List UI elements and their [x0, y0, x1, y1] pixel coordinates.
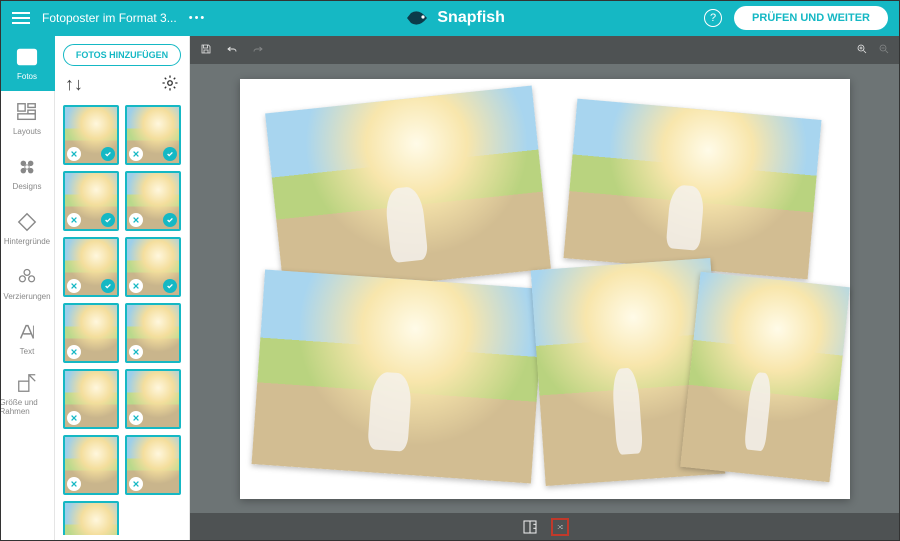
remove-icon[interactable]	[129, 279, 143, 293]
rail-label: Größe und Rahmen	[0, 398, 55, 416]
save-icon[interactable]	[200, 43, 212, 58]
rail-label: Fotos	[17, 72, 37, 81]
poster-page[interactable]	[240, 79, 850, 499]
thumbnail-grid	[63, 105, 181, 535]
bottom-toolbar	[190, 513, 900, 541]
remove-icon[interactable]	[67, 213, 81, 227]
photo-thumbnail[interactable]	[125, 171, 181, 231]
photo-thumbnail[interactable]	[63, 105, 119, 165]
photo-thumbnail[interactable]	[125, 435, 181, 495]
page-layout-icon[interactable]	[521, 518, 539, 536]
resize-icon	[16, 372, 38, 394]
menu-icon[interactable]	[12, 12, 30, 24]
collage-photo[interactable]	[680, 271, 850, 482]
remove-icon[interactable]	[67, 147, 81, 161]
sidebar-item-groesse[interactable]: Größe und Rahmen	[0, 366, 55, 421]
review-and-continue-button[interactable]: PRÜFEN UND WEITER	[734, 6, 888, 30]
zoom-in-icon[interactable]	[856, 43, 868, 58]
remove-icon[interactable]	[67, 477, 81, 491]
brand: Snapfish	[218, 9, 692, 27]
brand-label: Snapfish	[437, 9, 505, 27]
rail-label: Verzierungen	[3, 292, 50, 301]
rail-label: Hintergründe	[4, 237, 50, 246]
layouts-icon	[16, 101, 38, 123]
sidebar-item-designs[interactable]: Designs	[0, 146, 55, 201]
redo-icon[interactable]	[252, 43, 264, 58]
check-icon[interactable]	[163, 147, 177, 161]
rail-label: Designs	[13, 182, 42, 191]
collage-photo[interactable]	[563, 98, 821, 279]
remove-icon[interactable]	[129, 411, 143, 425]
photo-thumbnail[interactable]	[125, 303, 181, 363]
remove-icon[interactable]	[129, 147, 143, 161]
photo-thumbnail[interactable]	[125, 105, 181, 165]
document-title[interactable]: Fotoposter im Format 3...	[42, 11, 177, 25]
panel-tools: ↑↓	[65, 74, 179, 95]
check-icon[interactable]	[163, 279, 177, 293]
photo-thumbnail[interactable]	[63, 171, 119, 231]
gear-icon[interactable]	[161, 74, 179, 95]
zoom-controls	[856, 43, 890, 58]
remove-icon[interactable]	[129, 477, 143, 491]
photo-thumbnail[interactable]	[63, 501, 119, 535]
photo-thumbnail[interactable]	[63, 237, 119, 297]
remove-icon[interactable]	[129, 345, 143, 359]
zoom-out-icon[interactable]	[878, 43, 890, 58]
photo-thumbnail[interactable]	[125, 369, 181, 429]
canvas-viewport[interactable]	[190, 64, 900, 513]
canvas-area	[190, 36, 900, 541]
photo-thumbnail[interactable]	[63, 435, 119, 495]
remove-icon[interactable]	[67, 279, 81, 293]
clover-icon	[16, 266, 38, 288]
add-photos-button[interactable]: FOTOS HINZUFÜGEN	[63, 44, 181, 66]
flower-icon	[16, 156, 38, 178]
check-icon[interactable]	[163, 213, 177, 227]
brand-fish-icon	[405, 10, 431, 26]
sidebar-item-verzierungen[interactable]: Verzierungen	[0, 256, 55, 311]
photo-thumbnail[interactable]	[63, 369, 119, 429]
collage-photo[interactable]	[252, 269, 545, 483]
sidebar-item-hintergruende[interactable]: Hintergründe	[0, 201, 55, 256]
collage-photo[interactable]	[265, 85, 551, 296]
help-icon[interactable]: ?	[704, 9, 722, 27]
left-rail: Fotos Layouts Designs Hintergründe Verzi…	[0, 36, 55, 541]
check-icon[interactable]	[101, 279, 115, 293]
topbar: Fotoposter im Format 3... ••• Snapfish ?…	[0, 0, 900, 36]
remove-icon[interactable]	[67, 411, 81, 425]
sidebar-item-layouts[interactable]: Layouts	[0, 91, 55, 146]
photo-thumbnail[interactable]	[63, 303, 119, 363]
remove-icon[interactable]	[67, 345, 81, 359]
diamond-icon	[16, 211, 38, 233]
sort-icon[interactable]: ↑↓	[65, 74, 83, 95]
check-icon[interactable]	[101, 213, 115, 227]
text-icon	[16, 321, 38, 343]
editor-toolbar	[190, 36, 900, 64]
more-icon[interactable]: •••	[189, 12, 207, 24]
sidebar-item-text[interactable]: Text	[0, 311, 55, 366]
photo-thumbnail[interactable]	[125, 237, 181, 297]
image-icon	[16, 46, 38, 68]
rail-label: Text	[20, 347, 35, 356]
sidebar-item-fotos[interactable]: Fotos	[0, 36, 55, 91]
remove-icon[interactable]	[129, 213, 143, 227]
photo-panel: FOTOS HINZUFÜGEN ↑↓	[55, 36, 190, 541]
undo-icon[interactable]	[226, 43, 238, 58]
check-icon[interactable]	[101, 147, 115, 161]
rail-label: Layouts	[13, 127, 41, 136]
shuffle-icon[interactable]	[551, 518, 569, 536]
